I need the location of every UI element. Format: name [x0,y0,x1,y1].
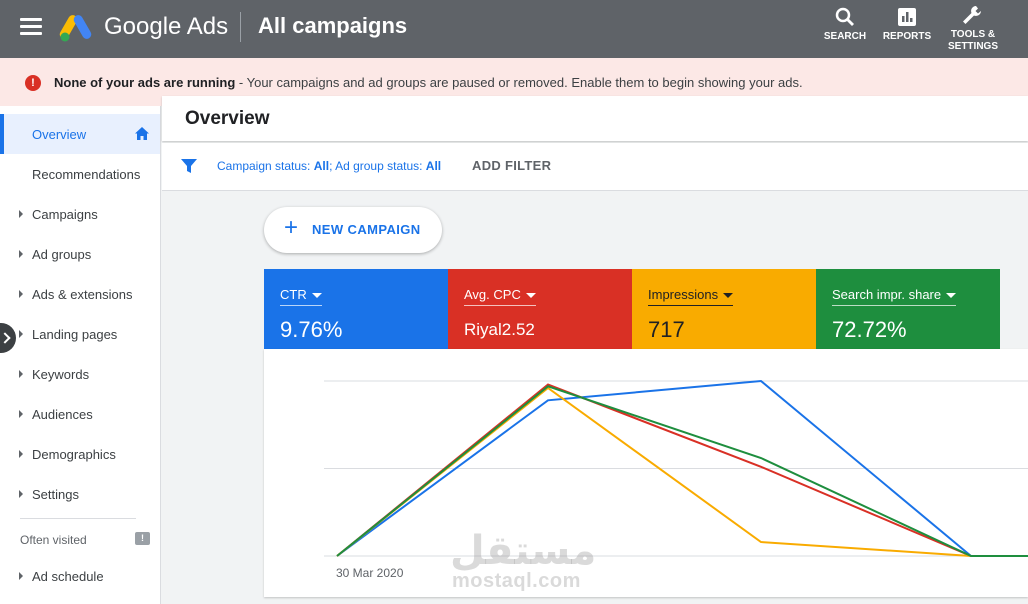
new-campaign-button[interactable]: + NEW CAMPAIGN [264,207,442,253]
expand-caret-icon [19,410,23,418]
sidebar-item-label: Recommendations [32,167,141,182]
sidebar-item-ad-groups[interactable]: Ad groups [0,234,160,274]
sidebar-item-label: Landing pages [32,327,118,342]
dropdown-arrow-icon [525,293,536,299]
page-title: All campaigns [258,13,408,38]
sidebar-item-ad-schedule[interactable]: Ad schedule [0,556,160,596]
reports-icon [898,8,916,26]
active-filters[interactable]: Campaign status: All; Ad group status: A… [217,159,441,173]
brand-name: Google Ads [104,13,229,40]
sidebar-item-keywords[interactable]: Keywords [0,354,160,394]
alert-title: None of your ads are running [54,75,236,90]
metric-label: Search impr. share [832,287,942,302]
expand-caret-icon [19,450,23,458]
expand-caret-icon [19,370,23,378]
sidebar-item-recommendations[interactable]: Recommendations [0,154,160,194]
sidebar-item-label: Ads & extensions [32,287,133,302]
metric-value: Riyal2.52 [464,320,535,339]
sidebar-item-label: Keywords [32,367,90,382]
expand-caret-icon [19,490,23,498]
ad-group-status-label: ; Ad group status: [329,159,426,173]
search-button[interactable]: SEARCH [822,6,868,43]
tools-label: TOOLS & [950,29,996,40]
dropdown-arrow-icon [723,293,734,299]
ad-group-status-value: All [425,159,442,173]
scorecard-avg-cpc[interactable]: Avg. CPC Riyal2.52 [448,269,632,349]
metric-value: 717 [648,317,685,342]
tools-settings-button[interactable]: TOOLS & SETTINGS [944,4,1002,53]
performance-chart: 30 Mar 2020 [264,349,1028,597]
sidebar-item-settings[interactable]: Settings [0,474,160,514]
sidebar-item-landing-pages[interactable]: Landing pages [0,314,160,354]
x-axis-tick-label: 30 Mar 2020 [336,566,404,580]
top-app-bar: Google Ads All campaigns SEARCH REPORTS … [0,0,1028,58]
sidebar-divider [20,518,136,519]
metric-value: 72.72% [832,317,907,342]
dropdown-arrow-icon [946,293,957,299]
sidebar-item-audiences[interactable]: Audiences [0,394,160,434]
expand-caret-icon [19,330,23,338]
expand-caret-icon [19,290,23,298]
wrench-icon [963,6,981,24]
reports-button[interactable]: REPORTS [880,6,934,43]
search-icon [835,7,854,26]
sidebar-item-overview[interactable]: Overview [0,114,160,154]
metric-selector[interactable]: Avg. CPC [464,287,536,306]
overview-title: Overview [185,108,270,129]
sidebar-item-demographics[interactable]: Demographics [0,434,160,474]
add-filter-button[interactable]: ADD FILTER [472,158,551,173]
sidebar-item-label: Overview [32,127,87,142]
sidebar-item-label: Settings [32,487,79,502]
campaign-status-label: Campaign status: [217,159,314,173]
overview-header: Overview [162,96,1028,141]
search-label: SEARCH [823,31,867,42]
menu-icon[interactable] [20,18,42,38]
google-ads-logo[interactable] [58,12,94,42]
error-icon: ! [25,75,41,91]
watermark-url: mostaql.com [452,570,581,592]
metric-selector[interactable]: Search impr. share [832,287,957,306]
metric-selector[interactable]: Impressions [648,287,734,306]
expand-caret-icon [19,250,23,258]
sidebar-item-label: Ad groups [32,247,92,262]
chart-plot [324,379,1028,557]
series-line-2[interactable] [336,383,1028,557]
metric-label: Avg. CPC [464,287,521,302]
sidebar: Overview Recommendations Campaigns Ad gr… [0,106,161,604]
filter-icon[interactable] [180,157,198,175]
expand-caret-icon [19,210,23,218]
watermark-arabic: مستقل [450,528,597,574]
scorecard-ctr[interactable]: CTR 9.76% [264,269,448,349]
often-visited-heading: Often visited [20,533,87,547]
settings-label: SETTINGS [947,41,998,52]
campaign-status-value: All [313,159,330,173]
metric-value: 9.76% [280,317,343,342]
dropdown-arrow-icon [311,293,322,299]
sidebar-item-campaigns[interactable]: Campaigns [0,194,160,234]
reports-label: REPORTS [882,31,932,42]
scorecard-search-impr-share[interactable]: Search impr. share 72.72% [816,269,1000,349]
sidebar-item-label: Demographics [32,447,116,462]
metric-selector[interactable]: CTR [280,287,322,306]
sidebar-item-label: Audiences [32,407,93,422]
scorecard-impressions[interactable]: Impressions 717 [632,269,816,349]
sidebar-item-label: Ad schedule [32,569,104,584]
filter-bar: Campaign status: All; Ad group status: A… [162,143,1028,191]
plus-icon: + [284,214,299,241]
alert-body: - Your campaigns and ad groups are pause… [235,75,803,90]
expand-caret-icon [19,572,23,580]
home-icon [135,127,149,140]
new-campaign-label: NEW CAMPAIGN [312,222,421,237]
sidebar-item-ads-extensions[interactable]: Ads & extensions [0,274,160,314]
alert-message: None of your ads are running - Your camp… [54,75,803,90]
metric-label: Impressions [648,287,719,302]
feedback-icon[interactable]: ! [135,532,150,545]
sidebar-item-label: Campaigns [32,207,98,222]
header-divider [240,12,241,42]
metric-label: CTR [280,287,307,302]
